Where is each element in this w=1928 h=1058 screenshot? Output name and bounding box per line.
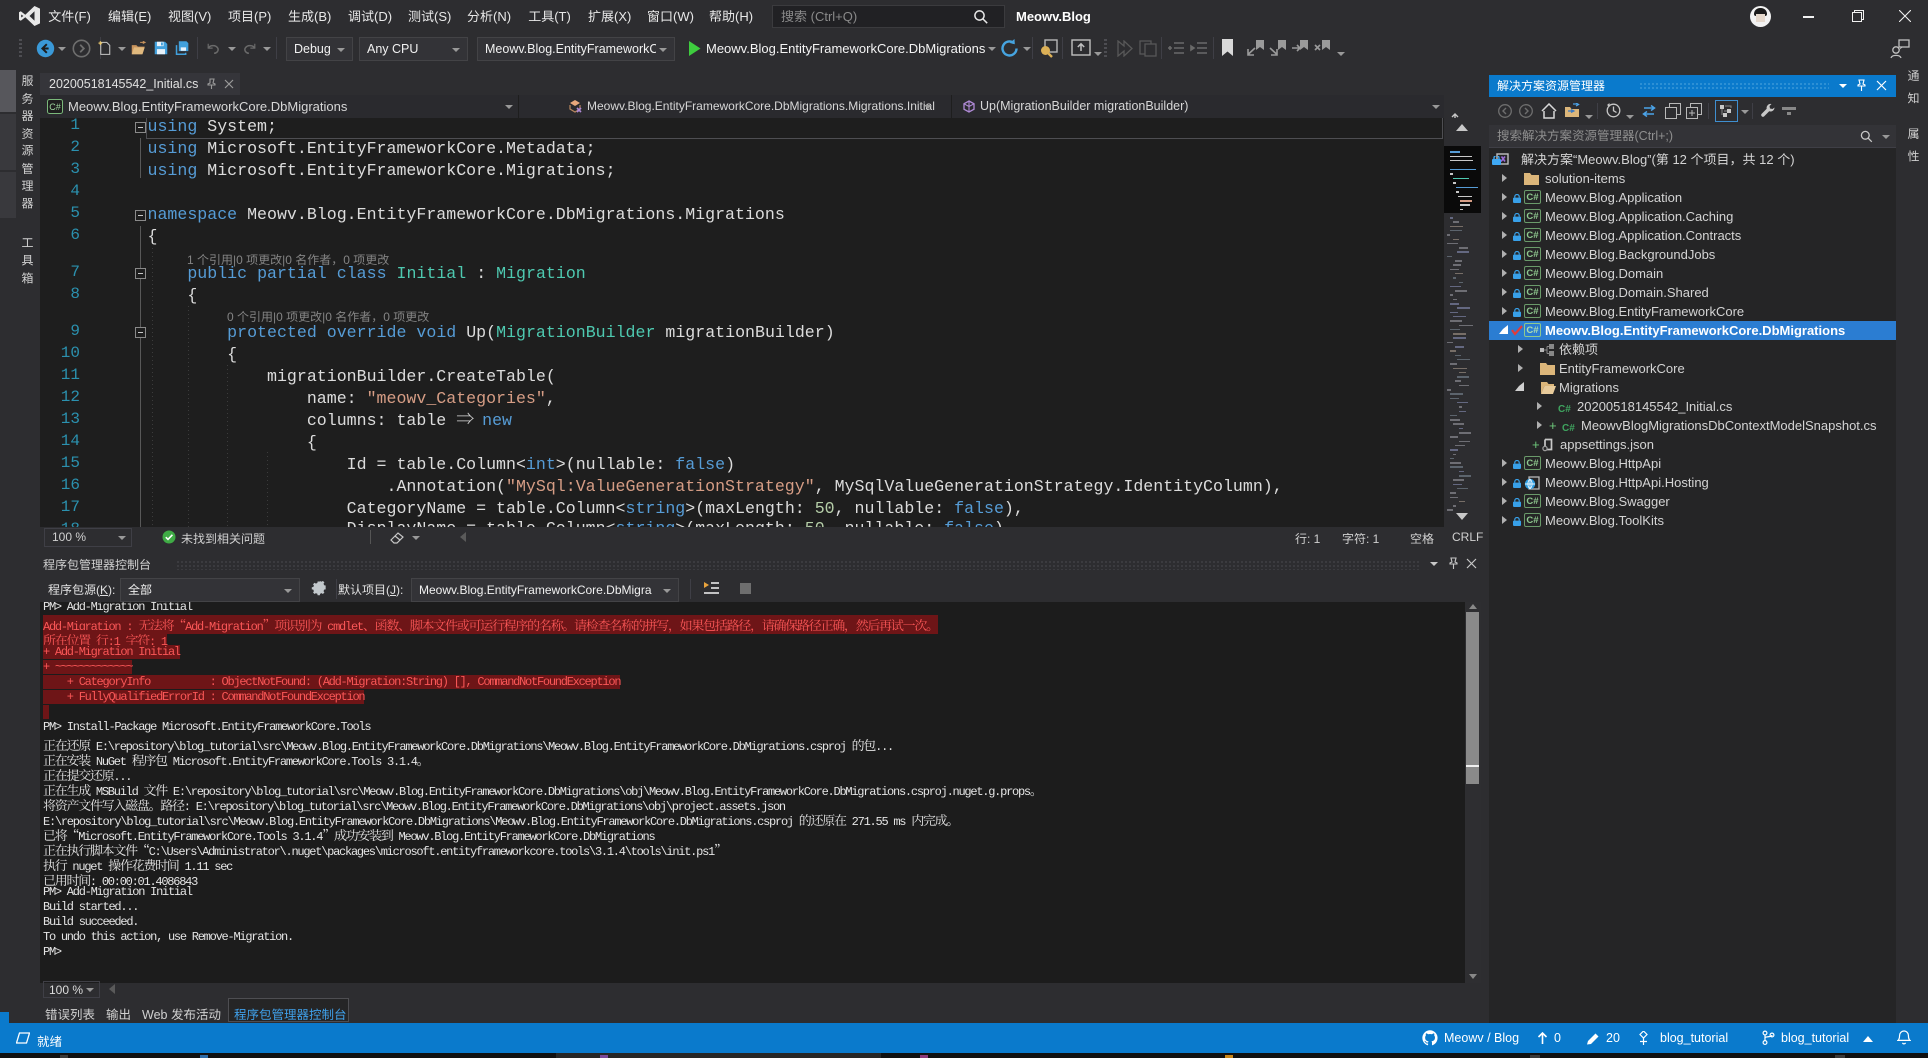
svg-text:C#: C# bbox=[49, 102, 61, 112]
